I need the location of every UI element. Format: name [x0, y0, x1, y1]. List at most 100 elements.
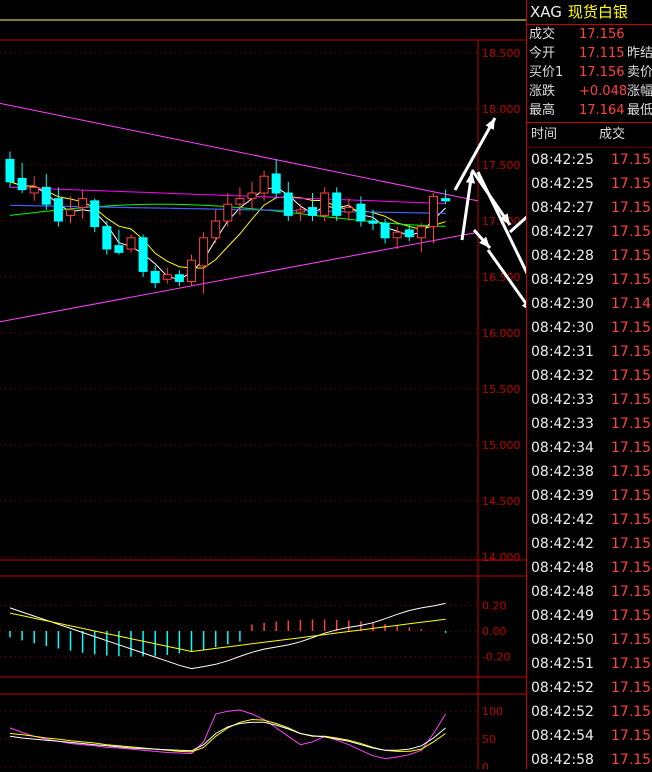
candle-body	[380, 222, 390, 239]
candle-body	[429, 195, 438, 228]
quote-label: 今开	[529, 46, 556, 61]
tick-row[interactable]: 08:42:48 17.154	[527, 556, 652, 580]
quote-label-2: 最低	[627, 103, 652, 118]
y-tick-label: 15.000	[482, 439, 521, 452]
tick-price: 17.153	[611, 416, 652, 432]
tick-list[interactable]: 08:42:25 17.153 08:42:25 17.155 08:42:27 17.1…	[527, 148, 652, 772]
tick-row[interactable]: 08:42:25 17.153	[527, 148, 652, 172]
trendline-upper	[0, 102, 479, 202]
candle-body	[320, 192, 330, 216]
tick-price: 17.150	[611, 200, 652, 216]
y-tick-label: 16.000	[482, 327, 521, 340]
tick-time: 08:42:48	[531, 584, 594, 600]
tick-time: 08:42:25	[531, 176, 594, 192]
tick-price: 17.150	[611, 392, 652, 408]
kdj-j-line	[9, 721, 446, 752]
tick-price: 17.155	[611, 464, 652, 480]
candle-body	[271, 173, 281, 194]
tick-row[interactable]: 08:42:25 17.155	[527, 172, 652, 196]
tick-row[interactable]: 08:42:28 17.152	[527, 244, 652, 268]
tick-price: 17.152	[611, 440, 652, 456]
tick-time: 08:42:48	[531, 560, 594, 576]
tick-time: 08:42:52	[531, 680, 594, 696]
y-tick-label: 18.500	[482, 47, 521, 60]
tick-price: 17.156	[611, 656, 652, 672]
candle-body	[441, 198, 451, 202]
quote-row: 最高 17.164 最低	[527, 101, 652, 120]
tick-row[interactable]: 08:42:42 17.154	[527, 508, 652, 532]
quote-row: 买价1 17.156 卖价	[527, 63, 652, 82]
candle-body	[283, 192, 293, 216]
tick-price: 17.151	[611, 368, 652, 384]
tick-time: 08:42:30	[531, 320, 594, 336]
macd-tick-label: 0.20	[482, 599, 507, 612]
tick-row[interactable]: 08:42:52 17.154	[527, 676, 652, 700]
candle-body	[78, 198, 88, 209]
candle-body	[356, 203, 366, 222]
candle-body	[162, 274, 172, 280]
tick-row[interactable]: 08:42:58 17.156	[527, 748, 652, 772]
price-chart[interactable]: 18.50018.00017.50017.00016.50016.00015.5…	[0, 0, 526, 769]
tick-time: 08:42:38	[531, 464, 594, 480]
tick-price: 17.156	[611, 608, 652, 624]
tick-row[interactable]: 08:42:52 17.156	[527, 700, 652, 724]
tick-time: 08:42:52	[531, 704, 594, 720]
y-tick-label: 18.000	[482, 103, 521, 116]
tick-time: 08:42:51	[531, 656, 594, 672]
instrument-header: XAG 现货白银	[527, 0, 652, 25]
tick-row[interactable]: 08:42:30 17.149	[527, 292, 652, 316]
macd-tick-label: -0.20	[482, 651, 510, 664]
tick-price: 17.157	[611, 488, 652, 504]
tick-row[interactable]: 08:42:39 17.157	[527, 484, 652, 508]
tick-time: 08:42:31	[531, 344, 594, 360]
tick-time: 08:42:30	[531, 296, 594, 312]
tick-row[interactable]: 08:42:27 17.156	[527, 220, 652, 244]
candle-body	[17, 177, 27, 191]
tick-price: 17.155	[611, 728, 652, 744]
candle-body	[259, 175, 269, 194]
candle-body	[295, 209, 305, 213]
tick-time: 08:42:54	[531, 728, 594, 744]
ticks-header-price: 成交	[599, 127, 626, 142]
y-tick-label: 14.000	[482, 551, 521, 564]
tick-price: 17.155	[611, 320, 652, 336]
tick-time: 08:42:49	[531, 608, 594, 624]
tick-row[interactable]: 08:42:30 17.155	[527, 316, 652, 340]
tick-price: 17.157	[611, 632, 652, 648]
quote-value: 17.156	[579, 27, 625, 42]
tick-row[interactable]: 08:42:54 17.155	[527, 724, 652, 748]
quote-value: 17.164	[579, 103, 625, 118]
candle-body	[138, 237, 148, 272]
quote-label-2: 昨结	[627, 46, 652, 61]
tick-row[interactable]: 08:42:27 17.150	[527, 196, 652, 220]
instrument-symbol: XAG	[530, 3, 562, 21]
macd-tick-label: 0.00	[482, 625, 507, 638]
tick-price: 17.151	[611, 272, 652, 288]
tick-row[interactable]: 08:42:34 17.152	[527, 436, 652, 460]
kdj-d-line	[9, 718, 446, 753]
candle-body	[150, 270, 160, 284]
tick-row[interactable]: 08:42:29 17.151	[527, 268, 652, 292]
tick-row[interactable]: 08:42:50 17.157	[527, 628, 652, 652]
tick-row[interactable]: 08:42:42 17.155	[527, 532, 652, 556]
candle-body	[368, 220, 378, 224]
tick-row[interactable]: 08:42:33 17.150	[527, 388, 652, 412]
tick-price: 17.156	[611, 704, 652, 720]
candle-body	[53, 198, 63, 222]
tick-row[interactable]: 08:42:32 17.151	[527, 364, 652, 388]
tick-time: 08:42:25	[531, 152, 594, 168]
tick-row[interactable]: 08:42:31 17.154	[527, 340, 652, 364]
tick-time: 08:42:42	[531, 536, 594, 552]
tick-row[interactable]: 08:42:38 17.155	[527, 460, 652, 484]
y-tick-label: 17.500	[482, 159, 521, 172]
quote-label: 涨跌	[529, 84, 556, 99]
tick-row[interactable]: 08:42:33 17.153	[527, 412, 652, 436]
tick-time: 08:42:29	[531, 272, 594, 288]
tick-row[interactable]: 08:42:49 17.156	[527, 604, 652, 628]
quote-row: 今开 17.115 昨结	[527, 44, 652, 63]
candle-body	[41, 186, 51, 205]
tick-time: 08:42:42	[531, 512, 594, 528]
tick-time: 08:42:27	[531, 224, 594, 240]
tick-row[interactable]: 08:42:51 17.156	[527, 652, 652, 676]
tick-row[interactable]: 08:42:48 17.158	[527, 580, 652, 604]
